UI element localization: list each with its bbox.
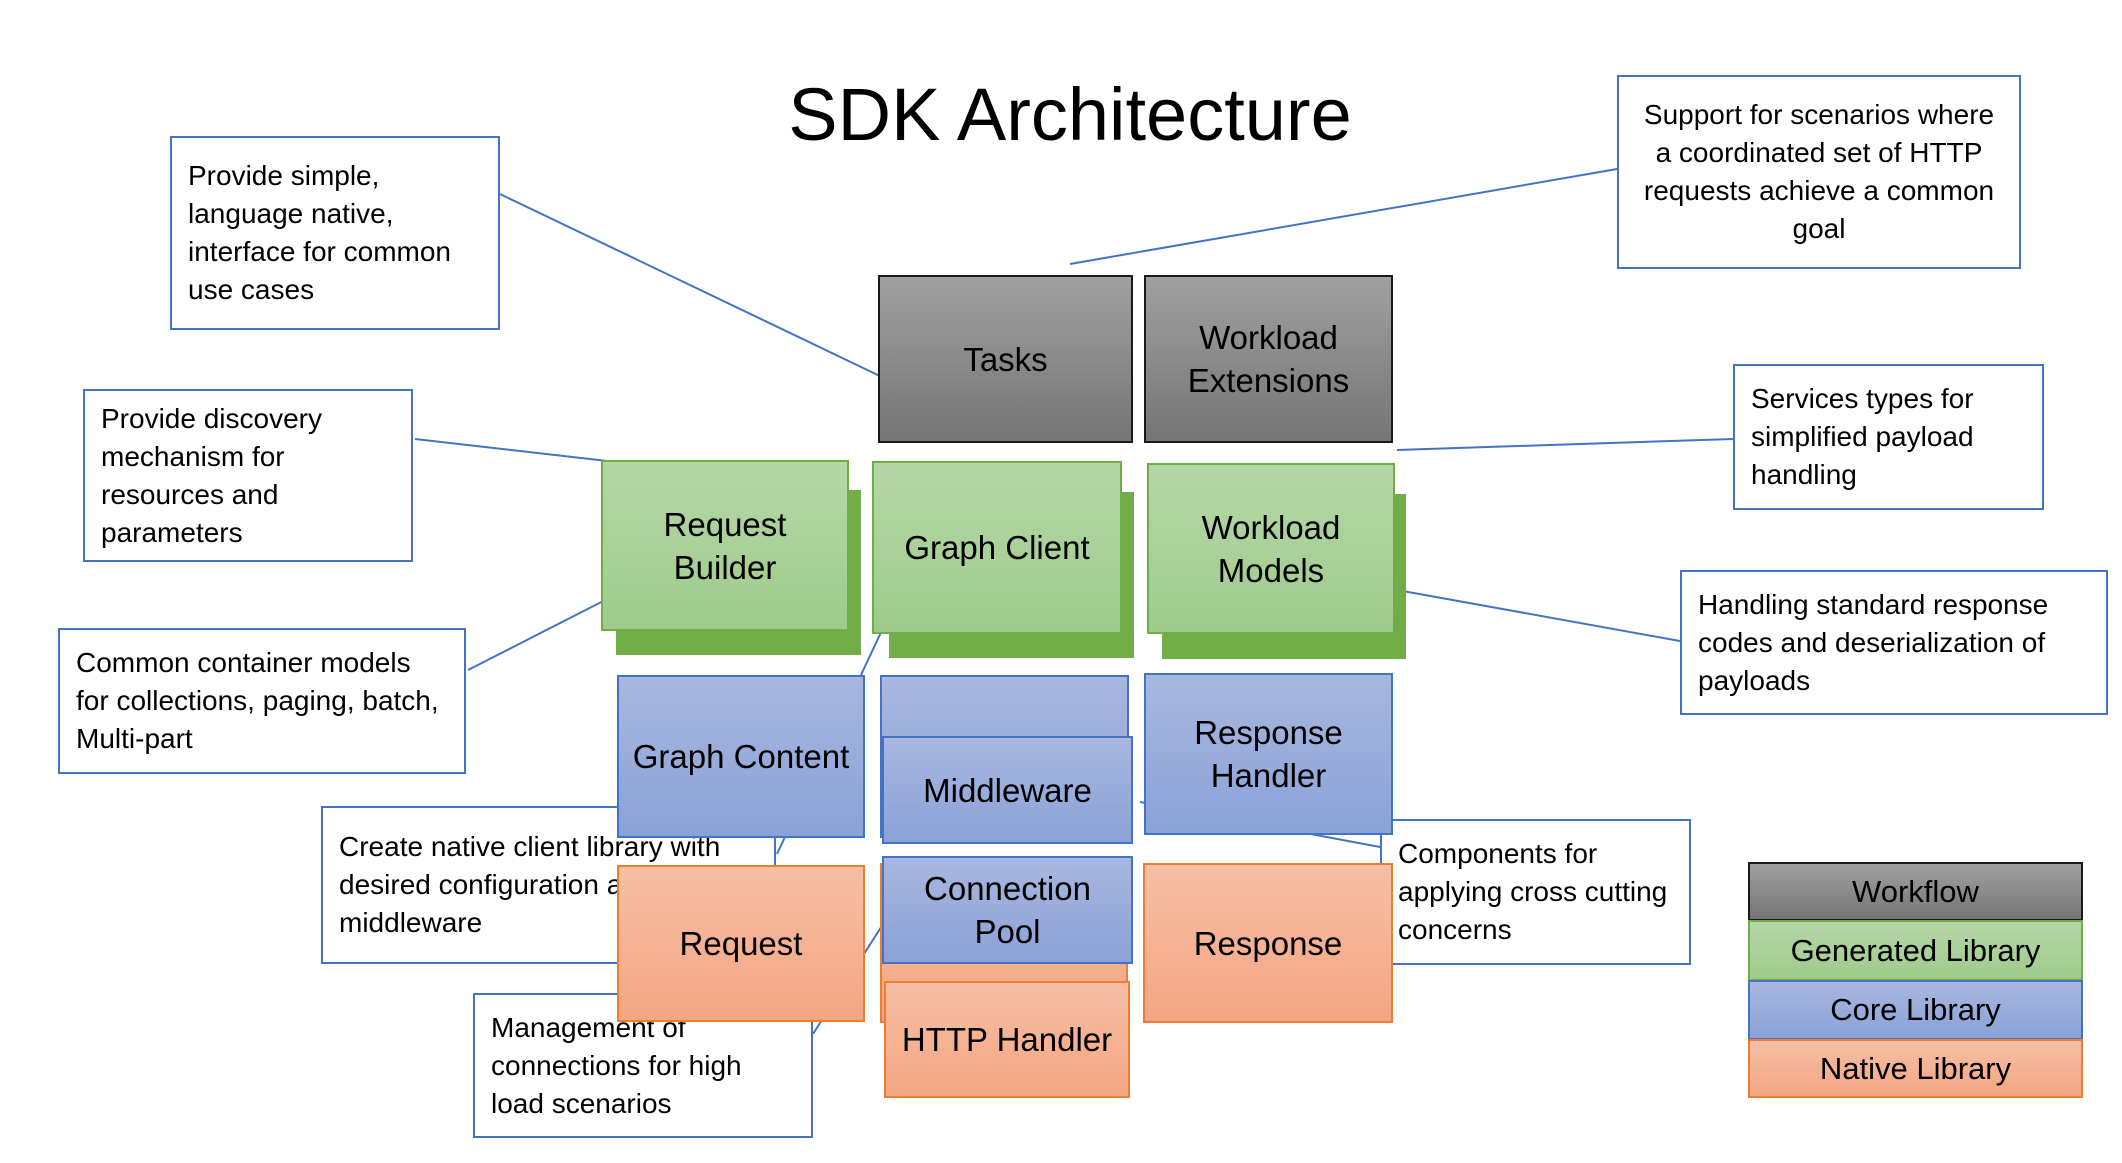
connector-request-builder bbox=[414, 438, 617, 463]
block-label: Graph Content bbox=[632, 738, 850, 775]
block-middleware: Middleware bbox=[882, 736, 1133, 844]
connector-response-handler bbox=[1396, 589, 1681, 642]
block-label: Request Builder bbox=[663, 505, 787, 586]
connector-tasks bbox=[1069, 168, 1618, 265]
callout-request-builder: Provide discovery mechanism for resource… bbox=[83, 389, 413, 562]
legend-core-library: Core Library bbox=[1748, 980, 2083, 1040]
block-label: Graph Client bbox=[904, 529, 1090, 566]
block-label: Response bbox=[1193, 924, 1343, 962]
block-http-handler: HTTP Handler bbox=[884, 981, 1130, 1098]
block-request: Request bbox=[617, 865, 865, 1022]
block-label: Response Handler bbox=[1194, 714, 1343, 794]
block-label: Workload Extensions bbox=[1187, 319, 1350, 399]
block-label: Workload Models bbox=[1201, 508, 1341, 589]
legend-label: Native Library bbox=[1819, 1050, 2012, 1086]
legend-generated-library: Generated Library bbox=[1748, 920, 2083, 981]
block-label: Middleware bbox=[923, 771, 1092, 809]
callout-graph-content: Common container models for collections,… bbox=[58, 628, 466, 774]
block-label: Connection Pool bbox=[924, 870, 1091, 950]
block-request-builder: Request Builder bbox=[601, 460, 849, 631]
callout-tasks: Support for scenarios where a coordinate… bbox=[1617, 75, 2021, 269]
connector-graph-client bbox=[499, 193, 885, 379]
callout-text: Support for scenarios where a coordinate… bbox=[1643, 99, 1995, 244]
callout-text: Common container models for collections,… bbox=[76, 647, 439, 754]
connector-workload-models bbox=[1396, 438, 1734, 451]
connector-graph-content bbox=[467, 592, 620, 671]
legend-label: Workflow bbox=[1852, 873, 1979, 909]
block-tasks: Tasks bbox=[878, 275, 1133, 443]
block-response: Response bbox=[1143, 863, 1393, 1023]
block-workload-extensions: Workload Extensions bbox=[1144, 275, 1393, 443]
legend-native-library: Native Library bbox=[1748, 1039, 2083, 1098]
block-graph-client: Graph Client bbox=[872, 461, 1122, 634]
callout-text: Management of connections for high load … bbox=[491, 1011, 742, 1119]
block-label: HTTP Handler bbox=[901, 1021, 1113, 1058]
block-label: Tasks bbox=[963, 340, 1048, 378]
callout-response-handler: Handling standard response codes and des… bbox=[1680, 570, 2108, 715]
block-connection-pool: Connection Pool bbox=[882, 856, 1133, 964]
block-workload-models: Workload Models bbox=[1147, 463, 1395, 634]
callout-graph-client: Provide simple, language native, interfa… bbox=[170, 136, 500, 330]
legend-label: Core Library bbox=[1830, 992, 2001, 1027]
block-label: Request bbox=[679, 925, 803, 962]
callout-text: Services types for simplified payload ha… bbox=[1751, 383, 1974, 490]
callout-workload-models: Services types for simplified payload ha… bbox=[1733, 364, 2044, 510]
callout-middleware: Components for applying cross cutting co… bbox=[1380, 819, 1691, 965]
block-response-handler: Response Handler bbox=[1144, 673, 1393, 835]
legend-label: Generated Library bbox=[1790, 932, 2041, 968]
legend-workflow: Workflow bbox=[1748, 862, 2083, 921]
callout-text: Handling standard response codes and des… bbox=[1698, 588, 2049, 696]
callout-text: Components for applying cross cutting co… bbox=[1398, 838, 1668, 945]
block-graph-content: Graph Content bbox=[617, 675, 865, 838]
callout-text: Provide discovery mechanism for resource… bbox=[101, 402, 322, 548]
callout-text: Provide simple, language native, interfa… bbox=[188, 160, 451, 305]
